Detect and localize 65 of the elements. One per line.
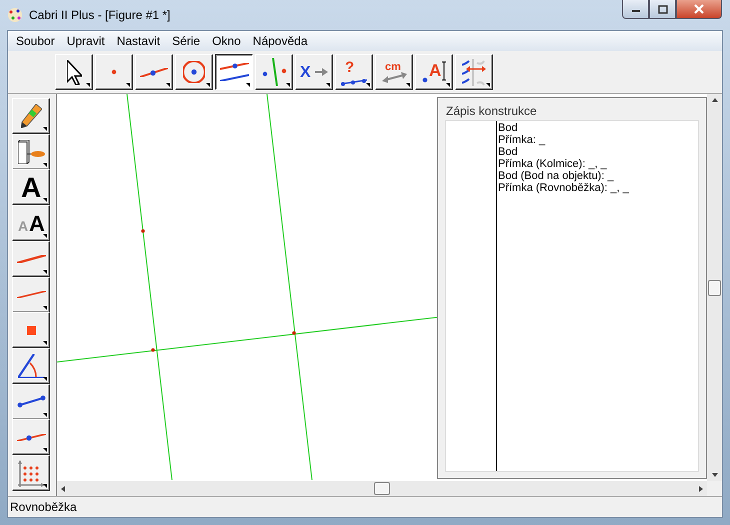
text-label-tool-button[interactable]: A (415, 54, 453, 90)
construction-step: Bod (498, 122, 629, 134)
angle-icon (18, 354, 44, 378)
circle-tool-button[interactable] (175, 54, 213, 90)
segment-icon (16, 395, 46, 408)
menu-item[interactable]: Upravit (60, 34, 111, 48)
minimize-button[interactable] (622, 0, 649, 19)
thick-line-tool-button[interactable] (12, 240, 50, 277)
pointer-icon (66, 60, 82, 84)
measure-tool-button[interactable]: cm (375, 54, 413, 90)
maximize-icon (658, 4, 668, 14)
scroll-thumb[interactable] (374, 482, 390, 495)
menu-item[interactable]: Série (166, 34, 206, 48)
check-property-tool-button[interactable]: ? (335, 54, 373, 90)
maximize-button[interactable] (649, 0, 676, 19)
drawing-canvas[interactable]: Zápis konstrukce Bod Přímka: _ Bod Přímka (Kolmice): _, _ Bod (Bod na objektu): _ Přímka (Rovnoběžka): _, _ (57, 94, 707, 481)
letter-icon: A (20, 172, 42, 203)
point-on-line-icon (16, 434, 46, 441)
horizontal-scrollbar[interactable] (57, 481, 707, 496)
square-icon (26, 326, 36, 335)
close-icon (693, 4, 705, 14)
construction-step: Bod (Bod na objektu): _ (498, 170, 629, 182)
pencil-tool-button[interactable] (12, 98, 50, 134)
app-icon (7, 7, 23, 23)
window-title: Cabri II Plus - [Figure #1 *] (29, 8, 170, 22)
scroll-thumb[interactable] (708, 280, 721, 296)
parallel-lines-icon (220, 63, 248, 81)
symmetry-icon (462, 58, 486, 86)
status-text: Rovnoběžka (10, 500, 77, 514)
construction-step: Přímka: _ (498, 134, 629, 146)
thick-line-icon (16, 254, 46, 263)
perpendicular-line-tool-button[interactable] (255, 54, 293, 90)
construction-step: Bod (498, 146, 629, 158)
pointer-tool-button[interactable] (55, 54, 93, 90)
menu-item[interactable]: Okno (206, 34, 247, 48)
thin-line-tool-button[interactable] (12, 276, 50, 313)
thin-line-icon (16, 291, 46, 298)
menu-item[interactable]: Nastavit (110, 34, 166, 48)
line-tool-button[interactable] (135, 54, 173, 90)
grid-tool-button[interactable] (12, 455, 50, 492)
transform-tool-button[interactable]: X (295, 54, 333, 90)
panel-title: Zápis konstrukce (446, 104, 538, 118)
paint-roller-icon (18, 140, 44, 164)
square-tool-button[interactable] (12, 312, 50, 348)
point-icon (111, 69, 117, 75)
paint-roller-tool-button[interactable] (12, 134, 50, 170)
angle-tool-button[interactable] (12, 348, 50, 384)
construction-step: Přímka (Kolmice): _, _ (498, 158, 629, 170)
grid-icon (18, 460, 44, 487)
close-button[interactable] (676, 0, 722, 19)
perpendicular-line-icon (262, 58, 286, 86)
point-tool-button[interactable] (95, 54, 133, 90)
menu-item[interactable]: Nápověda (246, 34, 314, 48)
segment-tool-button[interactable] (12, 384, 50, 420)
letter-size-tool-button[interactable]: AA (12, 205, 50, 242)
menu-item[interactable]: Soubor (10, 34, 61, 48)
letter-tool-button[interactable]: A (12, 169, 50, 206)
pencil-icon (20, 104, 42, 128)
construction-step: Přímka (Rovnoběžka): _, _ (498, 182, 629, 194)
symmetry-tool-button[interactable] (455, 54, 493, 90)
line-icon (140, 68, 168, 76)
parallel-lines-tool-button[interactable] (215, 54, 253, 90)
letter-size-icon: AA (18, 210, 44, 236)
vertical-scrollbar[interactable] (707, 94, 722, 481)
point-on-line-tool-button[interactable] (12, 419, 50, 456)
